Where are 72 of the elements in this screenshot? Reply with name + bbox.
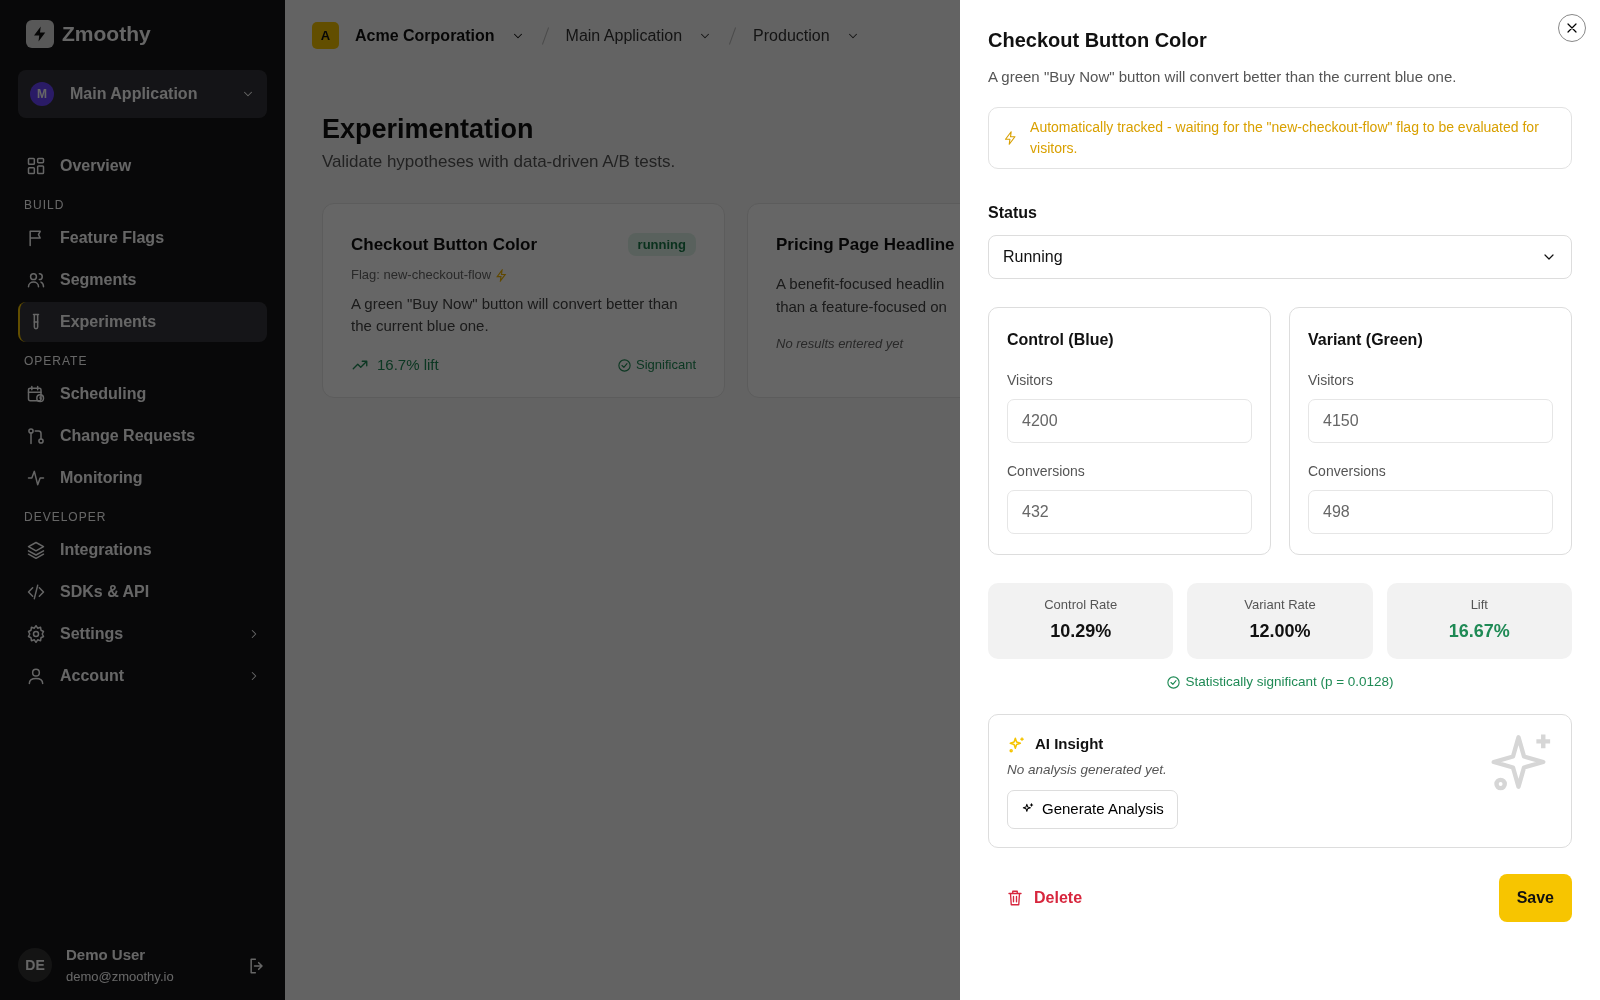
field-label: Conversions: [1007, 461, 1086, 481]
section-heading: BUILD: [23, 196, 66, 214]
calendar-clock-icon: [26, 383, 46, 404]
gear-icon: [26, 623, 46, 644]
stat-label: Control Rate: [1043, 595, 1119, 614]
insight-title: AI Insight: [1035, 734, 1104, 755]
status-select[interactable]: Running: [988, 234, 1572, 279]
alert-text: Automatically tracked - waiting for the "new-checkout-flow" flag to be evaluated for visitors.: [1030, 117, 1540, 158]
save-button[interactable]: Save: [1498, 873, 1572, 922]
status-badge: running: [627, 232, 696, 257]
bolt-logo-icon: [26, 19, 54, 48]
sidebar-item[interactable]: Feature Flags: [18, 217, 267, 258]
page-title: Experimentation: [322, 113, 534, 146]
empty-results-note: No results entered yet: [776, 335, 904, 354]
trash-icon: [1006, 888, 1024, 907]
section-heading: OPERATE: [23, 352, 89, 370]
sidebar-item[interactable]: Settings: [18, 613, 267, 654]
brand-name: Zmoothy: [62, 21, 151, 47]
sidebar-item[interactable]: Scheduling: [18, 373, 267, 414]
sidebar-item[interactable]: Overview: [18, 145, 267, 186]
generate-analysis-button[interactable]: Generate Analysis: [1007, 790, 1178, 829]
lift-value: 16.7% lift: [377, 354, 439, 375]
stat-label: Lift: [1469, 595, 1489, 614]
check-circle-icon: [1166, 674, 1182, 690]
sidebar-item[interactable]: Integrations: [18, 529, 267, 570]
field-label: Visitors: [1308, 370, 1355, 390]
sidebar-item[interactable]: Experiments: [18, 301, 267, 342]
input-field[interactable]: 432: [1007, 489, 1252, 534]
field-label: Visitors: [1007, 370, 1054, 390]
field-label: Conversions: [1308, 461, 1387, 481]
variant-title: Control (Blue): [1007, 329, 1115, 350]
stat-value: 16.67%: [1447, 620, 1511, 643]
breadcrumb-dropdown[interactable]: A Acme Corporation: [312, 22, 525, 49]
stat-value: 12.00%: [1248, 620, 1312, 643]
section-heading: DEVELOPER: [23, 508, 108, 526]
sidebar-item[interactable]: Segments: [18, 259, 267, 300]
breadcrumb-dropdown[interactable]: Main Application: [565, 23, 713, 48]
field-label: Status: [988, 202, 1038, 223]
card-title: Pricing Page Headline: [776, 233, 955, 256]
app-switcher[interactable]: M Main Application: [18, 69, 267, 118]
card-description: A benefit-focused headlin than a feature-focused on: [776, 274, 947, 317]
experiment-card[interactable]: Checkout Button Color running Flag: new-checkout-flow A green "Buy Now" button will convert better than the current blue one. 16.7% lift Significant: [322, 202, 725, 398]
user-email: demo@zmoothy.io: [66, 967, 175, 986]
variant-title: Variant (Green): [1308, 329, 1424, 350]
close-button[interactable]: [1558, 14, 1586, 42]
panel-description: A green "Buy Now" button will convert better than the current blue one.: [988, 67, 1458, 87]
stat-value: 10.29%: [1049, 620, 1113, 643]
sidebar-item[interactable]: Account: [18, 655, 267, 696]
bolt-icon: [495, 268, 509, 282]
input-field[interactable]: 498: [1308, 489, 1553, 534]
check-circle-icon: [617, 357, 632, 373]
breadcrumb-dropdown[interactable]: Production: [753, 23, 860, 48]
grid-icon: [26, 155, 46, 176]
panel-title: Checkout Button Color: [988, 28, 1208, 52]
layers-icon: [26, 539, 46, 560]
page-subtitle: Validate hypotheses with data-driven A/B tests.: [322, 151, 676, 174]
card-title: Checkout Button Color: [351, 233, 538, 256]
stat-label: Variant Rate: [1243, 595, 1317, 614]
pull-request-icon: [26, 425, 46, 446]
significance-text: Statistically significant (p = 0.0128): [1185, 673, 1394, 691]
card-description: A green "Buy Now" button will convert better than the current blue one.: [351, 293, 679, 337]
sidebar-item[interactable]: Change Requests: [18, 415, 267, 456]
user-name: Demo User: [66, 945, 147, 965]
sidebar-item[interactable]: Monitoring: [18, 457, 267, 498]
user-avatar: DE: [18, 948, 52, 982]
insight-empty-text: No analysis generated yet.: [1007, 760, 1168, 779]
sidebar-item[interactable]: SDKs & API: [18, 571, 267, 612]
flag-label: Flag: new-checkout-flow: [351, 266, 492, 285]
input-field[interactable]: 4200: [1007, 398, 1252, 443]
significance-label: Significant: [636, 356, 696, 375]
input-field[interactable]: 4150: [1308, 398, 1553, 443]
delete-button[interactable]: Delete: [1006, 885, 1083, 910]
